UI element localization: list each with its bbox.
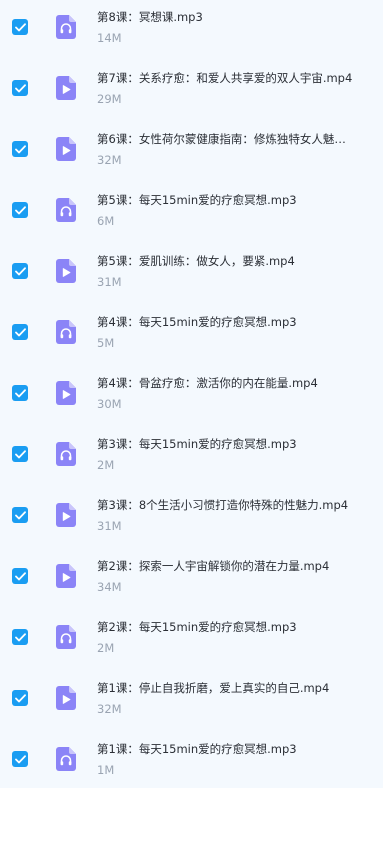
file-row[interactable]: 第6课：女性荷尔蒙健康指南：修炼独特女人魅力.mp4 32M bbox=[0, 122, 383, 183]
file-size: 30M bbox=[97, 397, 122, 411]
file-name: 第1课：每天15min爱的疗愈冥想.mp3 bbox=[97, 742, 297, 756]
video-file-icon bbox=[56, 564, 76, 588]
file-checkbox[interactable] bbox=[12, 385, 28, 401]
file-row[interactable]: 第5课：每天15min爱的疗愈冥想.mp3 6M bbox=[0, 183, 383, 244]
file-checkbox[interactable] bbox=[12, 19, 28, 35]
file-name: 第6课：女性荷尔蒙健康指南：修炼独特女人魅力.mp4 bbox=[97, 132, 355, 146]
file-size: 34M bbox=[97, 580, 122, 594]
file-checkbox[interactable] bbox=[12, 263, 28, 279]
video-file-icon bbox=[56, 76, 76, 100]
file-name: 第4课：每天15min爱的疗愈冥想.mp3 bbox=[97, 315, 297, 329]
checkmark-icon bbox=[14, 144, 26, 154]
file-size: 31M bbox=[97, 519, 122, 533]
file-row[interactable]: 第5课：爱肌训练：做女人，要紧.mp4 31M bbox=[0, 244, 383, 305]
video-file-icon bbox=[56, 686, 76, 710]
file-checkbox[interactable] bbox=[12, 629, 28, 645]
file-name: 第5课：爱肌训练：做女人，要紧.mp4 bbox=[97, 254, 295, 268]
audio-file-icon bbox=[56, 442, 76, 466]
file-row[interactable]: 第1课：停止自我折磨，爱上真实的自己.mp4 32M bbox=[0, 671, 383, 732]
audio-file-icon bbox=[56, 625, 76, 649]
file-size: 2M bbox=[97, 641, 115, 655]
file-size: 29M bbox=[97, 92, 122, 106]
checkmark-icon bbox=[14, 510, 26, 520]
audio-file-icon bbox=[56, 198, 76, 222]
file-row[interactable]: 第2课：探索一人宇宙解锁你的潜在力量.mp4 34M bbox=[0, 549, 383, 610]
file-size: 32M bbox=[97, 702, 122, 716]
file-row[interactable]: 第3课：8个生活小习惯打造你特殊的性魅力.mp4 31M bbox=[0, 488, 383, 549]
file-size: 14M bbox=[97, 31, 122, 45]
file-row[interactable]: 第2课：每天15min爱的疗愈冥想.mp3 2M bbox=[0, 610, 383, 671]
video-file-icon bbox=[56, 259, 76, 283]
file-size: 32M bbox=[97, 153, 122, 167]
file-name: 第4课：骨盆疗愈：激活你的内在能量.mp4 bbox=[97, 376, 318, 390]
checkmark-icon bbox=[14, 22, 26, 32]
file-row[interactable]: 第8课：冥想课.mp3 14M bbox=[0, 0, 383, 61]
file-name: 第2课：每天15min爱的疗愈冥想.mp3 bbox=[97, 620, 297, 634]
video-file-icon bbox=[56, 137, 76, 161]
file-size: 6M bbox=[97, 214, 115, 228]
file-row[interactable]: 第4课：每天15min爱的疗愈冥想.mp3 5M bbox=[0, 305, 383, 366]
file-checkbox[interactable] bbox=[12, 690, 28, 706]
file-name: 第1课：停止自我折磨，爱上真实的自己.mp4 bbox=[97, 681, 330, 695]
checkmark-icon bbox=[14, 449, 26, 459]
checkmark-icon bbox=[14, 205, 26, 215]
checkmark-icon bbox=[14, 266, 26, 276]
file-size: 1M bbox=[97, 763, 115, 777]
file-name: 第2课：探索一人宇宙解锁你的潜在力量.mp4 bbox=[97, 559, 330, 573]
file-checkbox[interactable] bbox=[12, 751, 28, 767]
file-checkbox[interactable] bbox=[12, 141, 28, 157]
checkmark-icon bbox=[14, 83, 26, 93]
checkmark-icon bbox=[14, 571, 26, 581]
audio-file-icon bbox=[56, 747, 76, 771]
file-checkbox[interactable] bbox=[12, 568, 28, 584]
checkmark-icon bbox=[14, 693, 26, 703]
file-row[interactable]: 第7课：关系疗愈：和爱人共享爱的双人宇宙.mp4 29M bbox=[0, 61, 383, 122]
file-checkbox[interactable] bbox=[12, 202, 28, 218]
checkmark-icon bbox=[14, 388, 26, 398]
file-name: 第7课：关系疗愈：和爱人共享爱的双人宇宙.mp4 bbox=[97, 71, 353, 85]
file-row[interactable]: 第1课：每天15min爱的疗愈冥想.mp3 1M bbox=[0, 732, 383, 788]
file-row[interactable]: 第3课：每天15min爱的疗愈冥想.mp3 2M bbox=[0, 427, 383, 488]
checkmark-icon bbox=[14, 327, 26, 337]
file-size: 5M bbox=[97, 336, 115, 350]
file-checkbox[interactable] bbox=[12, 324, 28, 340]
file-name: 第3课：每天15min爱的疗愈冥想.mp3 bbox=[97, 437, 297, 451]
file-name: 第8课：冥想课.mp3 bbox=[97, 10, 203, 24]
file-checkbox[interactable] bbox=[12, 80, 28, 96]
checkmark-icon bbox=[14, 754, 26, 764]
file-list: 第8课：冥想课.mp3 14M 第7课：关系疗愈：和爱人共享爱的双人宇宙.mp4 29… bbox=[0, 0, 383, 788]
file-size: 31M bbox=[97, 275, 122, 289]
file-name: 第5课：每天15min爱的疗愈冥想.mp3 bbox=[97, 193, 297, 207]
file-checkbox[interactable] bbox=[12, 507, 28, 523]
file-row[interactable]: 第4课：骨盆疗愈：激活你的内在能量.mp4 30M bbox=[0, 366, 383, 427]
file-name: 第3课：8个生活小习惯打造你特殊的性魅力.mp4 bbox=[97, 498, 349, 512]
checkmark-icon bbox=[14, 632, 26, 642]
file-checkbox[interactable] bbox=[12, 446, 28, 462]
video-file-icon bbox=[56, 381, 76, 405]
audio-file-icon bbox=[56, 320, 76, 344]
audio-file-icon bbox=[56, 15, 76, 39]
video-file-icon bbox=[56, 503, 76, 527]
file-size: 2M bbox=[97, 458, 115, 472]
